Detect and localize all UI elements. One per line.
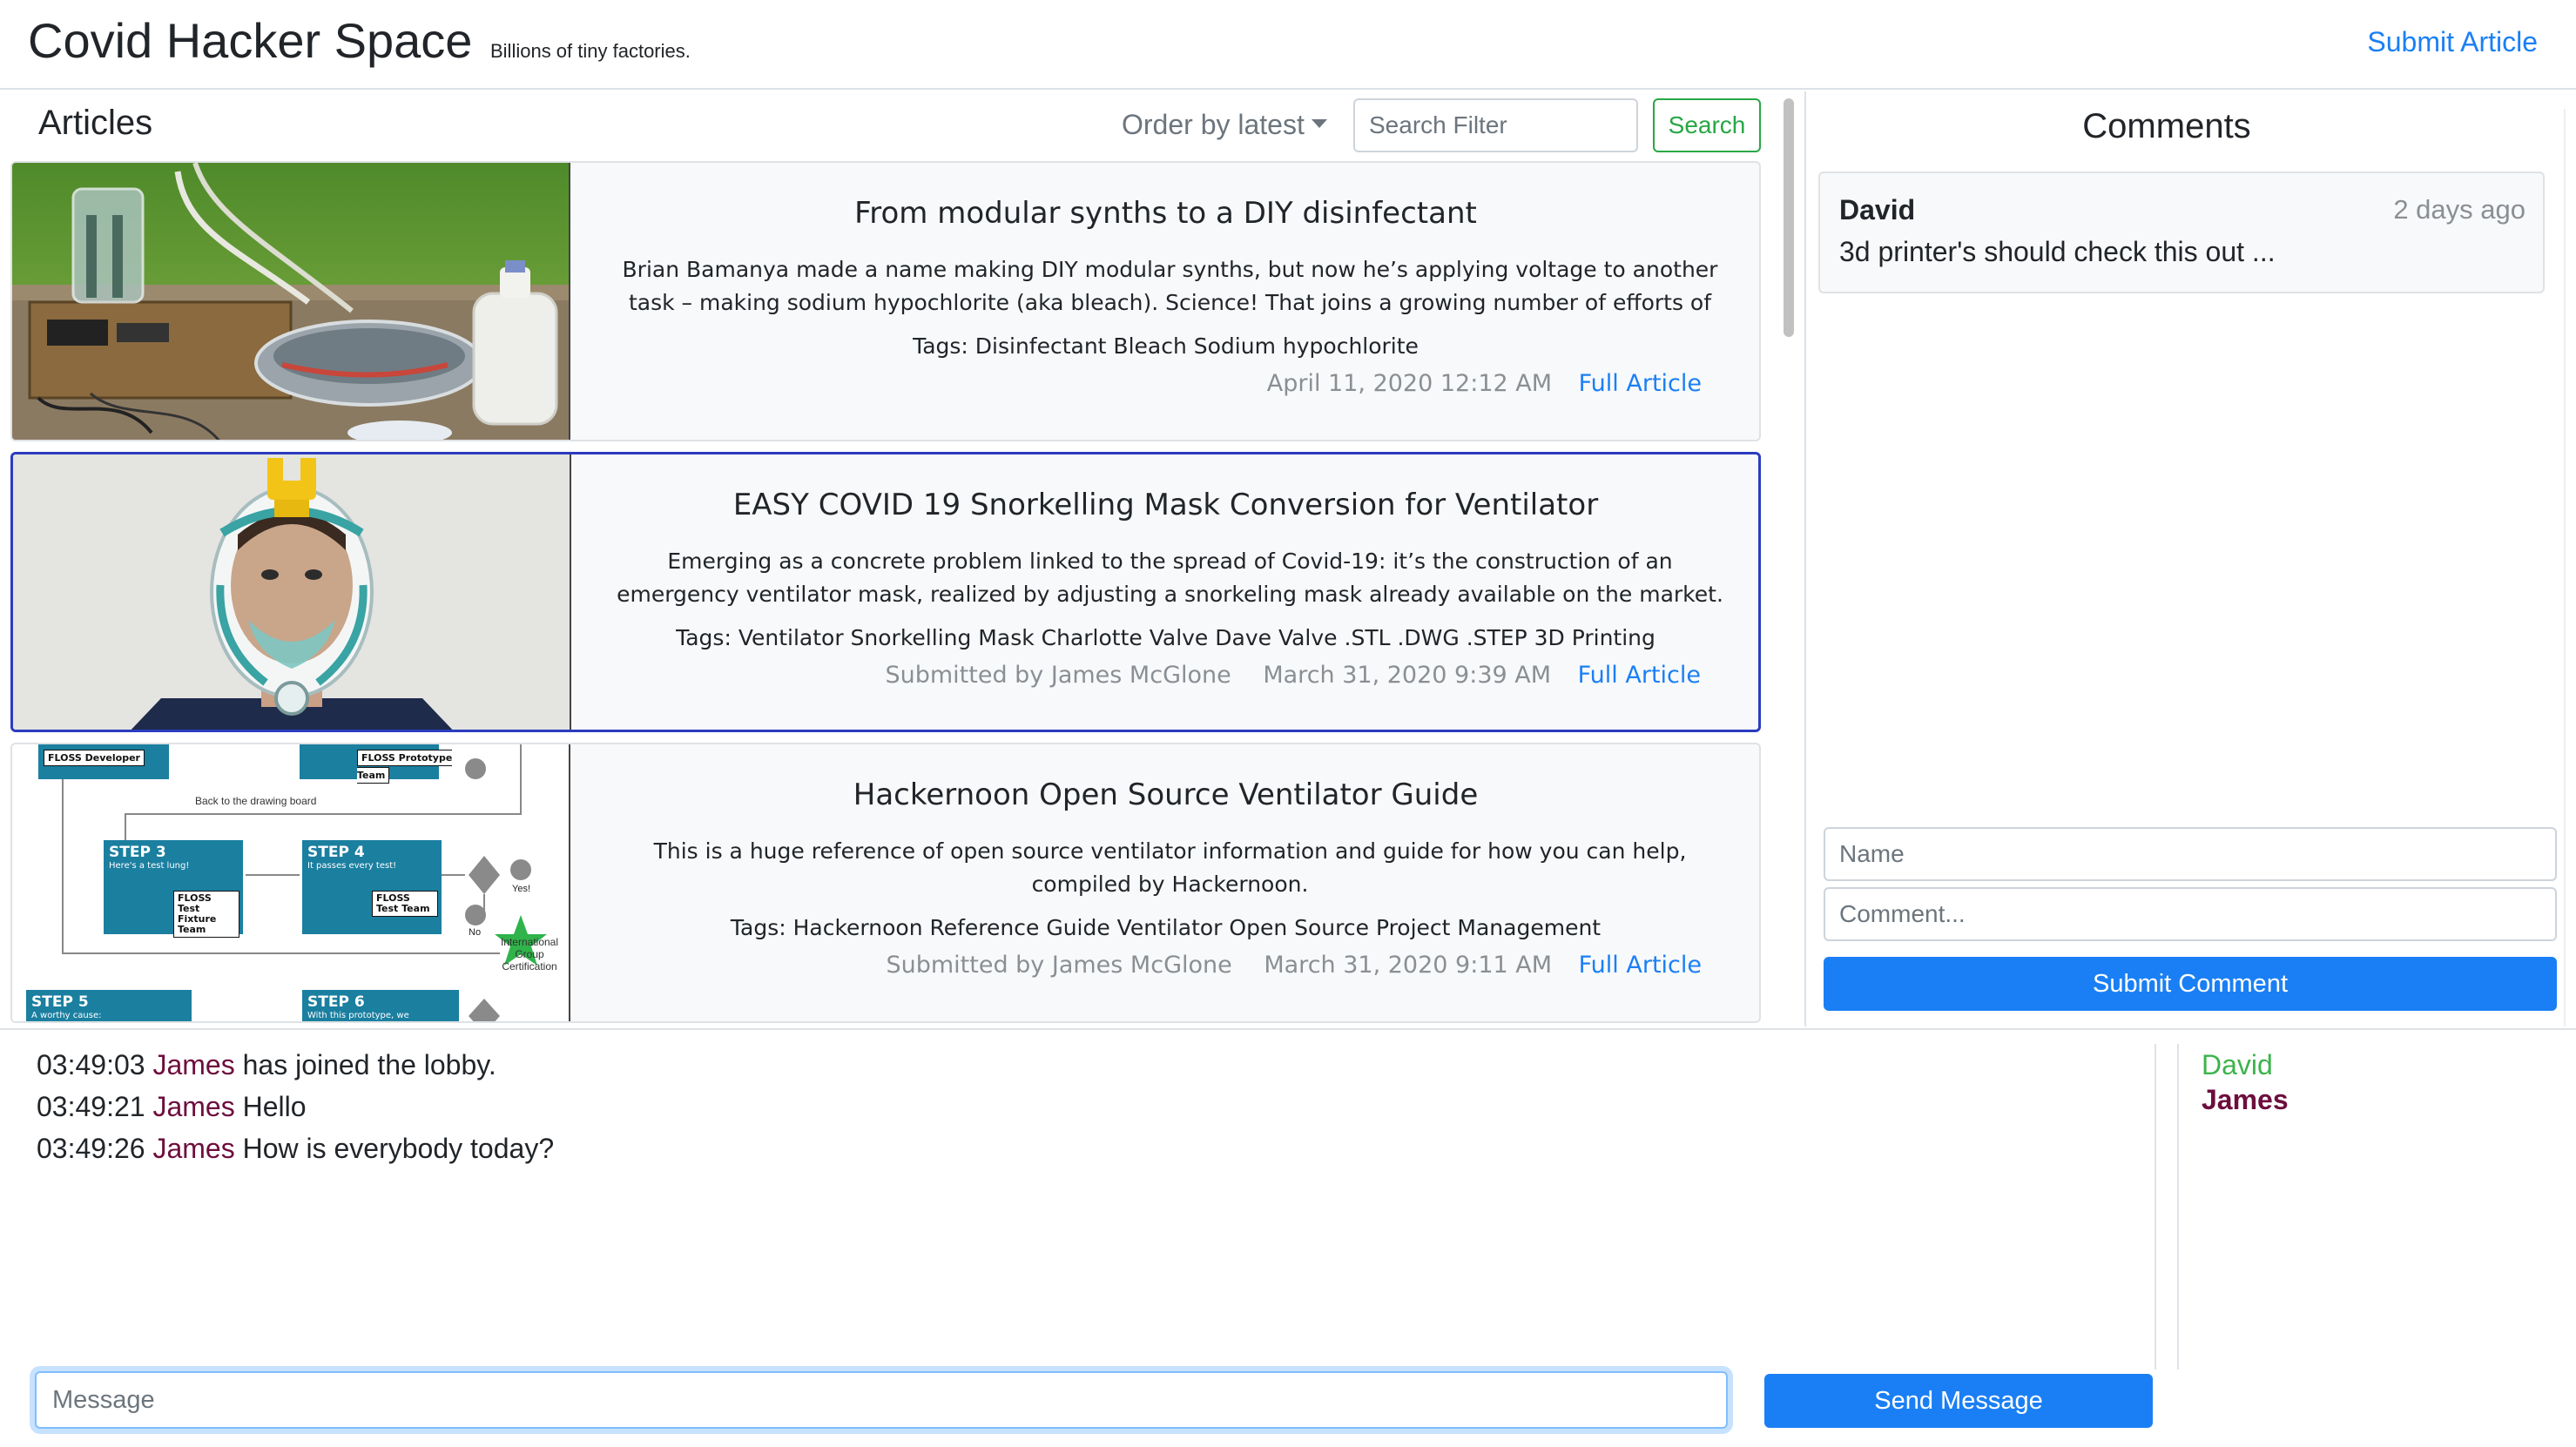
search-button[interactable]: Search	[1653, 98, 1761, 152]
article-body: Hackernoon Open Source Ventilator Guide …	[572, 744, 1759, 1021]
bleach-apparatus-photo[interactable]	[12, 163, 570, 440]
comment-text-input[interactable]	[1824, 887, 2557, 941]
flow-certification-label: International Group Certification	[500, 936, 559, 973]
chat-message: 03:49:21 James Hello	[37, 1086, 554, 1127]
article-tags: Tags: Disinfectant Bleach Sodium hypochl…	[913, 333, 1419, 359]
order-by-label: Order by latest	[1122, 109, 1305, 140]
comment-item: David 2 days ago 3d printer's should che…	[1818, 172, 2545, 293]
flow-step-5: STEP 5 A worthy cause:	[26, 990, 192, 1021]
flow-step-subtitle: With this prototype, we	[307, 1011, 409, 1020]
flow-step-4: STEP 4 It passes every test! FLOSS Test …	[302, 840, 442, 934]
chat-message-time: 03:49:21	[37, 1091, 145, 1122]
article-card[interactable]: EASY COVID 19 Snorkelling Mask Conversio…	[10, 452, 1761, 732]
comment-text: 3d printer's should check this out ...	[1839, 236, 2276, 267]
chat-message-time: 03:49:03	[37, 1049, 145, 1080]
send-message-button[interactable]: Send Message	[1764, 1374, 2153, 1428]
chat-divider	[2155, 1044, 2156, 1370]
article-meta: Submitted by James McGlone March 31, 202…	[886, 952, 1702, 979]
flow-yes-label: Yes!	[512, 884, 531, 894]
comments-heading: Comments	[2082, 107, 2251, 145]
article-card[interactable]: From modular synths to a DIY disinfectan…	[10, 161, 1761, 441]
chat-message-time: 03:49:26	[37, 1133, 145, 1164]
comment-name-input[interactable]	[1824, 827, 2557, 881]
comments-scrollbar[interactable]	[2564, 109, 2576, 1026]
flow-step-floss-developer: FLOSS Developer	[38, 744, 169, 779]
comment-author: David	[1839, 194, 1916, 225]
online-users-list: David James	[2202, 1047, 2289, 1117]
article-description: Brian Bamanya made a name making DIY mod…	[622, 257, 1718, 315]
online-user[interactable]: James	[2202, 1082, 2289, 1117]
article-body: From modular synths to a DIY disinfectan…	[572, 163, 1759, 440]
article-date: April 11, 2020 12:12 AM	[1266, 370, 1553, 397]
chat-message-user: James	[152, 1049, 235, 1080]
chat-divider	[2177, 1044, 2179, 1370]
article-tags: Tags: Ventilator Snorkelling Mask Charlo…	[676, 625, 1656, 650]
comment-time: 2 days ago	[2393, 194, 2525, 225]
article-submitter: Submitted by James McGlone	[886, 952, 1232, 979]
chat-message: 03:49:26 James How is everybody today?	[37, 1127, 554, 1169]
chat-log: 03:49:03 James has joined the lobby. 03:…	[37, 1044, 554, 1169]
chat-panel: 03:49:03 James has joined the lobby. 03:…	[0, 1028, 2576, 1447]
article-meta: Submitted by James McGlone March 31, 202…	[885, 662, 1701, 689]
site-tagline: Billions of tiny factories.	[490, 40, 691, 62]
full-article-link[interactable]: Full Article	[1578, 662, 1701, 689]
article-date: March 31, 2020 9:11 AM	[1264, 952, 1553, 979]
chat-message: 03:49:03 James has joined the lobby.	[37, 1044, 554, 1086]
flow-label: FLOSS Developer	[44, 750, 145, 766]
online-user[interactable]: David	[2202, 1047, 2289, 1082]
chat-message-text: How is everybody today?	[242, 1133, 555, 1164]
flow-label: FLOSS Test Fixture Team	[173, 891, 239, 938]
flow-step-subtitle: It passes every test!	[307, 861, 397, 871]
articles-scrollbar-thumb[interactable]	[1784, 98, 1794, 337]
full-article-link[interactable]: Full Article	[1579, 370, 1702, 397]
article-description: This is a huge reference of open source …	[653, 838, 1687, 897]
article-title: EASY COVID 19 Snorkelling Mask Conversio…	[732, 488, 1599, 522]
article-card[interactable]: FLOSS Developer FLOSS Prototype Team Bac…	[10, 743, 1761, 1023]
flow-step-title: STEP 3	[109, 844, 166, 861]
flow-step-3: STEP 3 Here's a test lung! FLOSS Test Fi…	[104, 840, 243, 938]
flow-step-subtitle: Here's a test lung!	[109, 861, 190, 871]
flow-label: FLOSS Test Team	[372, 891, 438, 917]
chat-message-user: James	[152, 1133, 235, 1164]
snorkel-mask-photo[interactable]	[13, 454, 571, 730]
article-body: EASY COVID 19 Snorkelling Mask Conversio…	[573, 454, 1758, 730]
chat-message-text: Hello	[242, 1091, 307, 1122]
article-description: Emerging as a concrete problem linked to…	[617, 549, 1723, 607]
submit-comment-button[interactable]: Submit Comment	[1824, 957, 2557, 1011]
full-article-link[interactable]: Full Article	[1579, 952, 1702, 979]
chat-message-text: has joined the lobby.	[242, 1049, 496, 1080]
flow-step-title: STEP 6	[307, 993, 365, 1011]
panel-divider	[1804, 91, 1806, 1026]
article-title: Hackernoon Open Source Ventilator Guide	[853, 777, 1479, 812]
flow-label: FLOSS Prototype Team	[357, 750, 453, 784]
articles-scrollbar[interactable]	[1780, 91, 1797, 1026]
top-navbar: Covid Hacker Space Billions of tiny fact…	[0, 0, 2576, 90]
articles-panel: Articles Order by latest Search Filter S…	[0, 91, 1777, 1026]
order-by-dropdown[interactable]: Order by latest	[1122, 109, 1327, 141]
search-filter-input[interactable]	[1353, 98, 1638, 152]
flow-step-subtitle: A worthy cause:	[31, 1011, 102, 1020]
comments-panel: Comments David 2 days ago 3d printer's s…	[1808, 91, 2576, 1026]
articles-heading: Articles	[38, 104, 153, 142]
flow-step-6: STEP 6 With this prototype, we	[302, 990, 459, 1021]
flowchart-diagram[interactable]: FLOSS Developer FLOSS Prototype Team Bac…	[12, 744, 570, 1021]
article-title: From modular synths to a DIY disinfectan…	[854, 196, 1477, 231]
chat-message-user: James	[152, 1091, 235, 1122]
flow-step-title: STEP 4	[307, 844, 365, 861]
article-tags: Tags: Hackernoon Reference Guide Ventila…	[730, 915, 1602, 940]
article-date: March 31, 2020 9:39 AM	[1263, 662, 1552, 689]
submit-article-link[interactable]: Submit Article	[2367, 26, 2538, 58]
flow-no-label: No	[469, 927, 482, 938]
flow-step-title: STEP 5	[31, 993, 89, 1011]
flow-back-label: Back to the drawing board	[195, 795, 317, 807]
flow-step-floss-prototype: FLOSS Prototype Team	[300, 744, 453, 784]
caret-down-icon	[1311, 118, 1327, 128]
article-meta: April 11, 2020 12:12 AM Full Article	[1267, 370, 1702, 397]
chat-message-input[interactable]	[35, 1371, 1728, 1429]
article-submitter: Submitted by James McGlone	[885, 662, 1231, 689]
site-brand[interactable]: Covid Hacker Space	[28, 12, 472, 69]
